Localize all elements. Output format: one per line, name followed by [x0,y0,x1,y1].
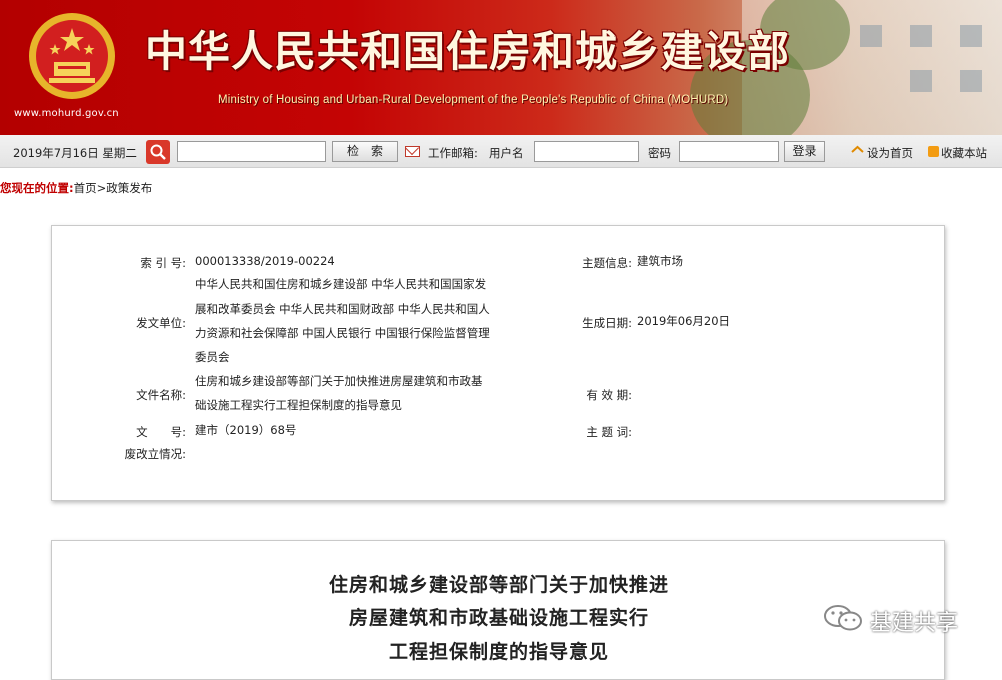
search-icon[interactable] [146,140,170,164]
home-icon [851,145,864,153]
password-input[interactable] [679,141,779,162]
issuer-line: 力资源和社会保障部 中国人民银行 中国银行保险监督管理 [195,326,490,340]
breadcrumb-path[interactable]: 首页>政策发布 [74,181,153,195]
doc-number-value: 建市（2019）68号 [195,423,297,437]
set-homepage-link[interactable]: 设为首页 [867,145,913,161]
breadcrumb: 您现在的位置:首页>政策发布 [0,180,152,196]
window-decoration [910,70,932,92]
mail-icon [405,146,420,157]
index-label: 索 引 号: [140,256,186,270]
watermark-text: 基建共享 [870,611,959,636]
site-title: 中华人民共和国住房和城乡建设部 [145,27,791,76]
document-content-card: 住房和城乡建设部等部门关于加快推进 房屋建筑和市政基础设施工程实行 工程担保制度… [51,540,945,680]
status-label: 废改立情况: [124,447,186,461]
index-value: 000013338/2019-00224 [195,254,335,268]
window-decoration [960,70,982,92]
document-info-card: 索 引 号: 000013338/2019-00224 主题信息: 建筑市场 发… [51,225,945,501]
date-label: 生成日期: [582,316,632,330]
work-mail-label: 工作邮箱: [428,146,478,160]
topic-label: 主题信息: [582,256,632,270]
wechat-icon [824,605,862,631]
username-label: 用户名 [489,146,524,160]
site-url: www.mohurd.gov.cn [14,108,119,119]
search-input[interactable] [177,141,326,162]
window-decoration [960,25,982,47]
login-button[interactable]: 登录 [784,141,825,162]
document-title-line: 房屋建筑和市政基础设施工程实行 [348,607,649,629]
current-date: 2019年7月16日 星期二 [13,146,137,160]
site-subtitle: Ministry of Housing and Urban-Rural Deve… [218,94,729,106]
doc-number-label: 文 号: [136,425,186,439]
filename-label: 文件名称: [136,388,186,402]
window-decoration [910,25,932,47]
window-decoration [860,25,882,47]
watermark: 基建共享 [822,603,992,636]
valid-period-label: 有 效 期: [586,388,632,402]
topic-value: 建筑市场 [637,254,683,268]
national-emblem-icon [29,13,115,99]
username-input[interactable] [534,141,639,162]
issuer-line: 委员会 [195,350,230,364]
filename-line: 础设施工程实行工程担保制度的指导意见 [195,398,402,412]
password-label: 密码 [648,146,671,160]
breadcrumb-label: 您现在的位置: [0,181,74,195]
rss-icon [928,146,939,157]
document-title-line: 住房和城乡建设部等部门关于加快推进 [328,574,669,596]
site-banner: www.mohurd.gov.cn 中华人民共和国住房和城乡建设部 Minist… [0,0,1002,135]
date-value: 2019年06月20日 [637,314,731,328]
bookmark-link[interactable]: 收藏本站 [941,145,987,161]
issuer-label: 发文单位: [136,316,186,330]
search-button[interactable]: 检 索 [332,141,398,162]
issuer-line: 展和改革委员会 中华人民共和国财政部 中华人民共和国人 [195,302,490,316]
document-title-line: 工程担保制度的指导意见 [388,641,609,663]
keywords-label: 主 题 词: [586,425,632,439]
filename-line: 住房和城乡建设部等部门关于加快推进房屋建筑和市政基 [195,374,483,388]
issuer-line: 中华人民共和国住房和城乡建设部 中华人民共和国国家发 [195,277,487,291]
